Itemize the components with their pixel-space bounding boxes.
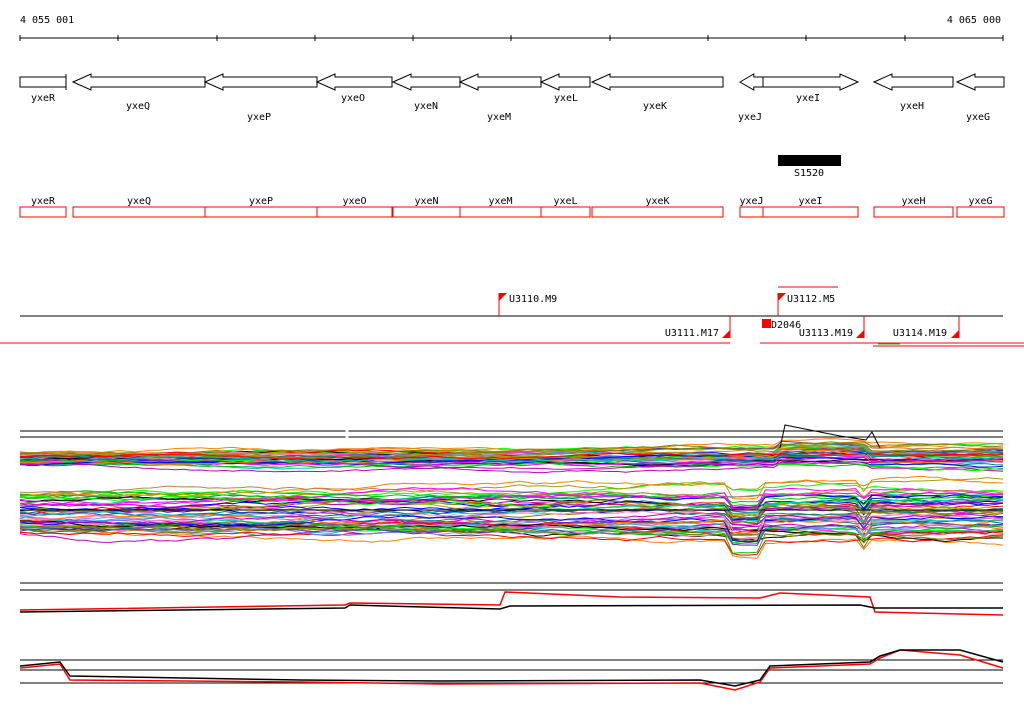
gene-box-label: yxeK [645, 196, 669, 207]
gene-box-label: yxeP [249, 196, 273, 207]
gene-arrow-label: yxeH [900, 101, 924, 112]
profile-line [19, 591, 1004, 616]
gene-box-yxeN [392, 206, 461, 218]
gene-box-yxeG [956, 206, 1005, 218]
gene-arrow-yxeM [458, 73, 542, 91]
gene-box-label: yxeN [414, 196, 438, 207]
gene-box-yxeH [873, 206, 954, 218]
gene-arrow-label: yxeL [554, 93, 578, 104]
gene-arrow-yxeQ [71, 73, 206, 91]
transcript-flag [951, 330, 959, 338]
transcript-flag [778, 293, 786, 301]
feature-box[interactable] [778, 155, 841, 166]
gene-arrow-yxeI [762, 73, 860, 91]
genome-browser-canvas: 4 055 001 4 065 000 yxeR yxeQ yxeP yxeO yxeN… [0, 15, 1024, 691]
profile-line [19, 604, 1003, 613]
expression-profiles [19, 424, 1004, 691]
gene-arrow-yxeP [203, 73, 318, 91]
gene-arrow-label: yxeO [341, 93, 365, 104]
gene-box-yxeM [459, 206, 542, 218]
gene-box-yxeL [540, 206, 591, 218]
gene-arrow-yxeK [590, 73, 724, 91]
transcript-flag [499, 293, 507, 301]
gene-box-yxeI [762, 206, 859, 218]
transcript-label: D2046 [771, 320, 801, 331]
gene-arrow-label: yxeR [31, 93, 56, 104]
transcript-label: U3112.M5 [787, 294, 835, 305]
transcript-track: U3110.M9 U3112.M5 D2046 U3111.M17 U3113.M19 U… [0, 286, 1024, 347]
gene-box-yxeJ [739, 206, 764, 218]
gene-arrow-yxeJ [739, 73, 764, 91]
gene-box-label: yxeL [553, 196, 577, 207]
transcript-label: U3114.M19 [893, 328, 947, 339]
gene-box-label: yxeM [488, 196, 512, 207]
gene-arrow-yxeO [315, 73, 393, 91]
gene-box-yxeQ [72, 206, 206, 218]
coordinate-end: 4 065 000 [947, 15, 1001, 26]
gene-arrow-yxeR [19, 74, 67, 90]
gene-box-label: yxeQ [127, 196, 151, 207]
gene-box-label: yxeJ [739, 196, 763, 207]
gene-box-yxeK [591, 206, 724, 218]
gene-arrow-yxeL [539, 73, 591, 91]
gene-box-yxeR [19, 206, 67, 218]
feature-track: S1520 [778, 155, 841, 179]
transcript-label: U3110.M9 [509, 294, 557, 305]
gene-arrow-track: yxeR yxeQ yxeP yxeO yxeN yxeM yxeL yxeK yxeJ yxeI… [19, 73, 1005, 123]
transcript-label: U3111.M17 [665, 328, 719, 339]
gene-arrow-label: yxeN [414, 101, 438, 112]
transcript-flag [722, 330, 730, 338]
coordinate-axis [19, 35, 1004, 41]
gene-arrow-label: yxeJ [738, 112, 762, 123]
gene-box-track: yxeR yxeQ yxeP yxeO yxeN yxeM yxeL yxeK yxeJ yxeI… [19, 196, 1005, 218]
transcript-label: U3113.M19 [799, 328, 853, 339]
gene-box-yxeO [316, 206, 393, 218]
gene-box-label: yxeO [342, 196, 366, 207]
gene-box-label: yxeG [968, 196, 992, 207]
feature-box-label: S1520 [794, 168, 824, 179]
gene-box-yxeP [204, 206, 318, 218]
gene-arrow-label: yxeP [247, 112, 271, 123]
coordinate-start: 4 055 001 [20, 15, 74, 26]
gene-arrow-label: yxeK [643, 101, 667, 112]
transcript-flag [856, 330, 864, 338]
gene-box-label: yxeH [901, 196, 925, 207]
gene-box-label: yxeR [31, 196, 56, 207]
gene-arrow-label: yxeG [966, 112, 990, 123]
gene-arrow-yxeG [955, 73, 1005, 91]
gene-arrow-label: yxeQ [126, 101, 150, 112]
transcript-marker [762, 319, 771, 328]
gene-arrow-yxeN [391, 73, 461, 91]
gene-arrow-label: yxeI [796, 93, 820, 104]
gene-arrow-label: yxeM [487, 112, 511, 123]
gene-arrow-yxeH [872, 73, 954, 91]
gene-box-label: yxeI [798, 196, 822, 207]
